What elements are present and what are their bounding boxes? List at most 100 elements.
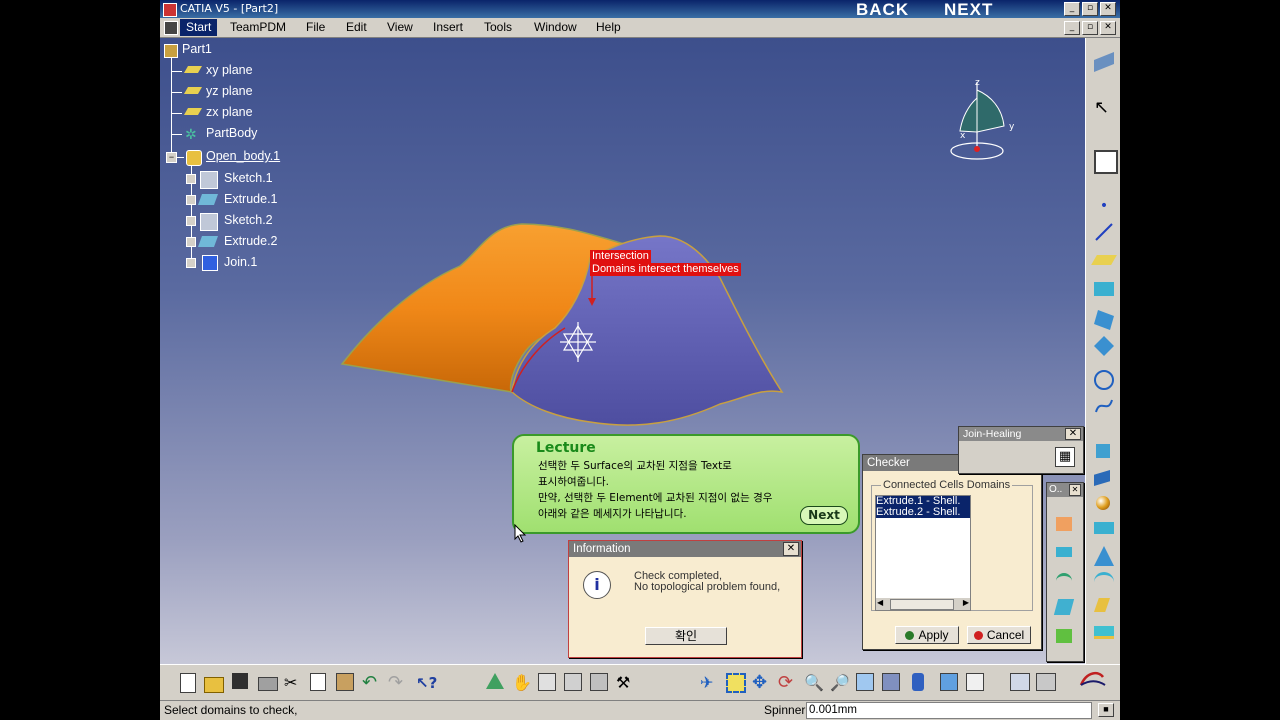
3d-viewport[interactable]: Intersection Domains intersect themselve…: [160, 38, 1085, 664]
expand-plus-icon[interactable]: [186, 174, 196, 184]
sphere-tool-icon[interactable]: [1094, 336, 1114, 356]
fly-mode-icon[interactable]: [486, 673, 504, 689]
pan-icon[interactable]: ✥: [752, 673, 772, 693]
fly-icon[interactable]: ✈: [700, 673, 720, 693]
expand-plus-icon[interactable]: [186, 258, 196, 268]
tool-icon-5[interactable]: [1056, 629, 1072, 643]
cut-icon[interactable]: ✂: [284, 673, 304, 693]
tree-node-sketch-1[interactable]: Sketch.1: [186, 171, 273, 189]
list-hscrollbar[interactable]: ◀ ▶: [876, 598, 970, 610]
menu-tools[interactable]: Tools: [484, 20, 512, 34]
tool-c-icon[interactable]: [590, 673, 608, 691]
compass-widget[interactable]: z y x: [946, 76, 1016, 166]
new-file-icon[interactable]: [180, 673, 196, 693]
doc-close-icon[interactable]: ✕: [1100, 21, 1116, 35]
tree-node-yz-plane[interactable]: yz plane: [172, 84, 253, 98]
tree-node-extrude-2[interactable]: Extrude.2: [186, 234, 278, 248]
rotate-icon[interactable]: ⟳: [778, 673, 798, 693]
redo-icon[interactable]: ↷: [388, 673, 408, 693]
join-tool-icon[interactable]: [1094, 626, 1114, 639]
lecture-next-button[interactable]: Next: [800, 506, 848, 525]
tree-node-open-body[interactable]: − Open_body.1: [166, 149, 280, 166]
analysis-icon[interactable]: [1036, 673, 1056, 691]
tree-node-join-1[interactable]: Join.1: [186, 255, 257, 271]
tool-icon-2[interactable]: [1056, 547, 1072, 557]
render-style-icon[interactable]: [912, 673, 924, 691]
intersection-annotation[interactable]: Intersection Domains intersect themselve…: [590, 250, 741, 276]
tree-node-xy-plane[interactable]: xy plane: [172, 63, 253, 77]
normal-view-icon[interactable]: [856, 673, 874, 691]
select-arrow-icon[interactable]: ↖: [1094, 98, 1114, 118]
checker-apply-button[interactable]: Apply: [895, 626, 959, 644]
menu-help[interactable]: Help: [596, 20, 621, 34]
doc-restore-icon[interactable]: ▫: [1082, 21, 1098, 35]
tree-node-zx-plane[interactable]: zx plane: [172, 105, 253, 119]
mini-close-icon[interactable]: ✕: [1069, 484, 1081, 496]
loft-tool-icon[interactable]: [1094, 572, 1114, 589]
tree-node-extrude-1[interactable]: Extrude.1: [186, 192, 278, 206]
fit-all-icon[interactable]: [726, 673, 746, 693]
information-ok-button[interactable]: 확인: [645, 627, 727, 645]
tool-icon-4[interactable]: [1053, 599, 1075, 615]
menu-insert[interactable]: Insert: [433, 20, 463, 34]
tool-icon-1[interactable]: [1056, 517, 1072, 531]
measure-icon[interactable]: [1010, 673, 1030, 691]
point-icon[interactable]: •: [1094, 196, 1114, 216]
extrude-tool-icon[interactable]: [1094, 282, 1114, 296]
render-sphere-icon[interactable]: [1096, 496, 1110, 510]
information-close-icon[interactable]: ✕: [783, 542, 799, 556]
expand-plus-icon[interactable]: [186, 216, 196, 226]
open-folder-icon[interactable]: [204, 677, 224, 693]
plane-tool-icon[interactable]: [1091, 255, 1117, 265]
undo-icon[interactable]: ↶: [362, 673, 382, 693]
print-icon[interactable]: [258, 677, 278, 691]
expand-plus-icon[interactable]: [186, 195, 196, 205]
zoom-in-icon[interactable]: 🔍: [804, 673, 824, 693]
save-icon[interactable]: [232, 673, 248, 689]
edit-sketch-icon[interactable]: [1094, 150, 1118, 174]
copy-icon[interactable]: [310, 673, 326, 691]
tree-node-part1[interactable]: Part1: [164, 42, 212, 58]
swap-visible-icon[interactable]: [966, 673, 984, 691]
restore-icon[interactable]: ▫: [1082, 2, 1098, 16]
spline-tool-icon[interactable]: [1094, 396, 1114, 416]
domains-list[interactable]: Extrude.1 - Shell. Extrude.2 - Shell. ◀ …: [875, 495, 971, 611]
tree-node-sketch-2[interactable]: Sketch.2: [186, 213, 273, 231]
menu-window[interactable]: Window: [534, 20, 577, 34]
tool-b-icon[interactable]: [564, 673, 582, 691]
close-icon[interactable]: ✕: [1100, 2, 1116, 16]
status-stop-icon[interactable]: ■: [1098, 703, 1114, 717]
menu-start[interactable]: Start: [180, 19, 218, 36]
tool-d-icon[interactable]: ⚒: [616, 673, 636, 693]
next-button[interactable]: NEXT: [944, 0, 993, 20]
line-icon[interactable]: [1094, 222, 1114, 242]
checker-grid-icon[interactable]: ▦: [1055, 447, 1075, 467]
tree-node-partbody[interactable]: ✲ PartBody: [172, 126, 257, 141]
blend-tool-icon[interactable]: [1094, 522, 1114, 534]
tool-a-icon[interactable]: [538, 673, 556, 691]
domains-list-item[interactable]: Extrude.2 - Shell.: [876, 507, 970, 518]
circle-tool-icon[interactable]: [1094, 370, 1114, 390]
zoom-out-icon[interactable]: 🔎: [830, 673, 850, 693]
minimize-icon[interactable]: _: [1064, 2, 1080, 16]
whats-this-icon[interactable]: ↖?: [416, 673, 437, 693]
split-tool-icon[interactable]: [1094, 598, 1110, 612]
expand-plus-icon[interactable]: [186, 237, 196, 247]
sketcher-icon[interactable]: [1094, 52, 1114, 72]
hide-show-icon[interactable]: [940, 673, 958, 691]
menu-edit[interactable]: Edit: [346, 20, 367, 34]
revolve-tool-icon[interactable]: [1094, 310, 1114, 330]
paste-icon[interactable]: [336, 673, 354, 691]
hand-icon[interactable]: ✋: [512, 673, 532, 693]
join-healing-close-icon[interactable]: ✕: [1065, 428, 1081, 440]
checker-cancel-button[interactable]: Cancel: [967, 626, 1031, 644]
tool-icon-3[interactable]: [1056, 573, 1072, 590]
sweep-tool-icon[interactable]: [1094, 546, 1114, 566]
domains-list-item[interactable]: Extrude.1 - Shell.: [876, 496, 970, 507]
scroll-right-icon[interactable]: ▶: [963, 598, 969, 607]
menu-teampdm[interactable]: TeamPDM: [230, 20, 286, 34]
spinner-input[interactable]: 0.001mm: [806, 702, 1092, 719]
menu-file[interactable]: File: [306, 20, 325, 34]
scroll-left-icon[interactable]: ◀: [877, 598, 883, 607]
back-button[interactable]: BACK: [856, 0, 909, 20]
